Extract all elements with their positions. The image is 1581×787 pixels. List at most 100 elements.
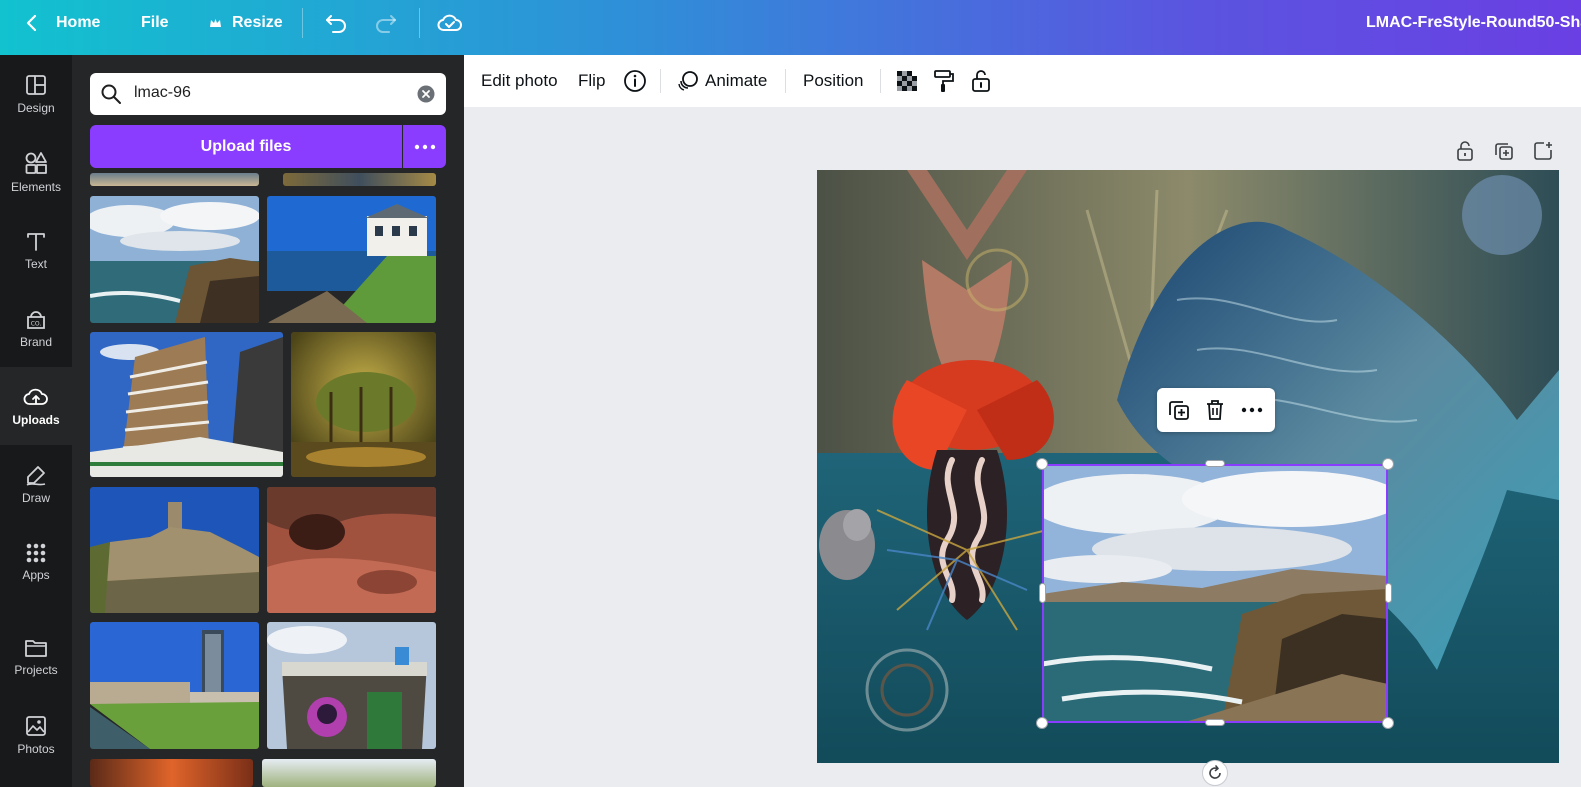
rail-item-draw[interactable]: Draw	[0, 445, 72, 523]
rail-item-photos[interactable]: Photos	[0, 696, 72, 774]
upload-thumbnail-castle-ruins[interactable]	[90, 487, 259, 613]
selection-frame	[1042, 464, 1388, 723]
divider	[660, 69, 661, 93]
chevron-left-icon	[26, 14, 37, 32]
upload-thumbnail-coast-cliffs[interactable]	[90, 196, 259, 323]
divider	[302, 8, 303, 38]
brand-icon: CO.	[27, 311, 45, 329]
draw-pen-icon	[26, 466, 46, 486]
copy-style-button[interactable]	[933, 55, 955, 107]
resize-handle-top[interactable]	[1205, 460, 1225, 467]
rail-label: Uploads	[12, 413, 60, 427]
resize-handle-right[interactable]	[1385, 583, 1392, 603]
rail-label: Photos	[17, 742, 55, 756]
upload-thumbnail-riverside-city[interactable]	[90, 622, 259, 749]
more-options-icon[interactable]	[1241, 407, 1263, 413]
resize-handle-left[interactable]	[1039, 583, 1046, 603]
cloud-check-icon	[437, 14, 462, 31]
page-lock-icon[interactable]	[1454, 140, 1476, 162]
resize-handle-bottom[interactable]	[1205, 719, 1225, 726]
rail-item-apps[interactable]: Apps	[0, 523, 72, 601]
upload-thumbnail[interactable]	[283, 173, 436, 186]
flip-button[interactable]: Flip	[578, 55, 605, 107]
paint-roller-icon	[934, 70, 954, 92]
upload-thumbnail[interactable]	[262, 759, 436, 787]
redo-button[interactable]	[374, 0, 398, 46]
upload-thumbnail[interactable]	[90, 173, 259, 186]
castle-ruins-image	[90, 487, 259, 613]
resize-label: Resize	[232, 14, 283, 31]
upload-thumbnail-house-cliff[interactable]	[267, 196, 436, 323]
rail-label: Projects	[14, 663, 58, 677]
elements-shapes-icon	[25, 152, 47, 174]
divider	[880, 69, 881, 93]
transparency-button[interactable]	[896, 55, 918, 107]
rail-item-projects[interactable]: Projects	[0, 618, 72, 696]
add-page-icon[interactable]	[1532, 140, 1554, 162]
delete-trash-icon[interactable]	[1204, 398, 1226, 422]
folder-icon	[25, 640, 47, 657]
rail-label: Brand	[19, 335, 53, 349]
upload-thumbnail-surreal-forest[interactable]	[291, 332, 436, 477]
upload-thumbnail-tower-block[interactable]	[90, 332, 283, 477]
svg-text:CO.: CO.	[31, 321, 42, 328]
search-box[interactable]: lmac-96	[90, 73, 446, 115]
uploads-panel: lmac-96 Upload files	[72, 55, 464, 787]
clear-search-icon[interactable]	[416, 84, 436, 104]
rotate-icon	[1209, 765, 1221, 779]
resize-handle-top-left[interactable]	[1036, 458, 1048, 470]
photo-icon	[26, 716, 46, 736]
redo-icon	[376, 15, 396, 33]
file-menu-button[interactable]: File	[141, 0, 169, 46]
search-icon	[101, 84, 121, 104]
resize-button[interactable]: Resize	[209, 0, 283, 46]
resize-handle-bottom-left[interactable]	[1036, 717, 1048, 729]
duplicate-page-icon[interactable]	[1493, 140, 1515, 162]
edit-photo-button[interactable]: Edit photo	[481, 55, 558, 107]
side-rail: Design Elements Text CO. Brand Uploads D…	[0, 55, 72, 787]
upload-files-button[interactable]: Upload files	[90, 125, 402, 168]
cloud-save-status-button[interactable]	[437, 0, 463, 46]
upload-thumbnail[interactable]	[90, 759, 253, 787]
rail-label: Apps	[22, 568, 50, 582]
rail-item-elements[interactable]: Elements	[0, 133, 72, 211]
rail-item-text[interactable]: Text	[0, 211, 72, 289]
upload-thumbnail-graffiti-shed[interactable]	[267, 622, 436, 749]
transparency-checker-icon	[897, 71, 917, 91]
home-label: Home	[56, 14, 101, 31]
apps-grid-icon	[26, 543, 46, 563]
graffiti-shed-image	[267, 622, 436, 749]
rotate-handle[interactable]	[1202, 760, 1228, 786]
home-button[interactable]: Home	[22, 0, 100, 46]
animate-button[interactable]: Animate	[677, 55, 767, 107]
more-horizontal-icon	[414, 144, 435, 149]
position-button[interactable]: Position	[803, 55, 863, 107]
info-button[interactable]	[623, 55, 647, 107]
rail-label: Draw	[21, 491, 50, 505]
rail-item-uploads[interactable]: Uploads	[0, 367, 72, 445]
rail-item-design[interactable]: Design	[0, 55, 72, 133]
rail-label: Elements	[10, 180, 62, 194]
upload-more-options-button[interactable]	[403, 125, 446, 168]
undo-button[interactable]	[324, 0, 348, 46]
resize-handle-bottom-right[interactable]	[1382, 717, 1394, 729]
duplicate-element-icon[interactable]	[1167, 398, 1191, 422]
animate-label: Animate	[705, 71, 768, 90]
text-t-icon	[27, 233, 45, 251]
document-title[interactable]: LMAC-FreStyle-Round50-Sha	[1366, 0, 1581, 46]
top-bar: Home File Resize LMAC-FreStyle-Round50-S…	[0, 0, 1581, 55]
context-toolbar: Edit photo Flip Animate Position	[464, 55, 1581, 107]
tower-block-image	[90, 332, 283, 477]
search-input[interactable]: lmac-96	[134, 84, 191, 102]
lock-button[interactable]	[971, 55, 991, 107]
rail-item-brand[interactable]: CO. Brand	[0, 289, 72, 367]
house-cliff-image	[267, 196, 436, 323]
red-rocks-image	[267, 487, 436, 613]
design-layout-icon	[26, 75, 46, 95]
divider	[419, 8, 420, 38]
crown-icon	[210, 18, 221, 27]
unlock-icon	[972, 70, 990, 92]
file-label: File	[141, 14, 169, 31]
resize-handle-top-right[interactable]	[1382, 458, 1394, 470]
upload-thumbnail-red-rocks[interactable]	[267, 487, 436, 613]
